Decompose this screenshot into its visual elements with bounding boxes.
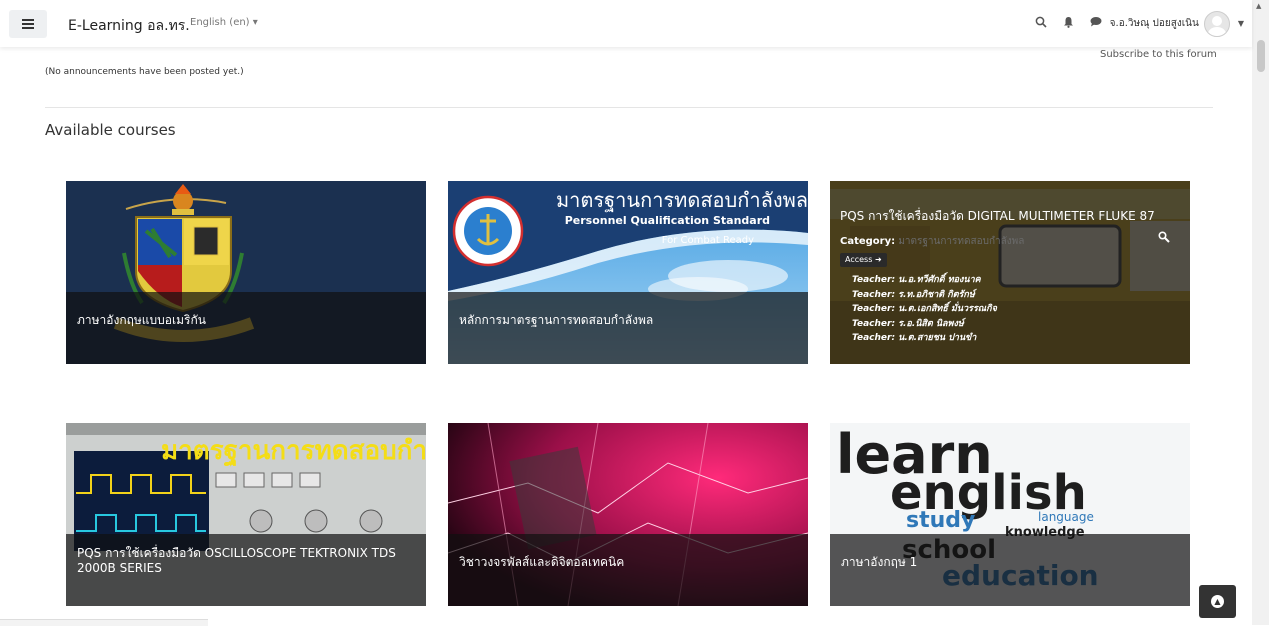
pqs-banner-tagline: For Combat Ready (662, 235, 754, 246)
subscribe-forum-link[interactable]: Subscribe to this forum (1100, 49, 1217, 60)
scrollbar-thumb[interactable] (1257, 40, 1265, 72)
search-icon[interactable] (1035, 16, 1047, 32)
oscilloscope-banner-thai: มาตรฐานการทดสอบกำลัง (161, 436, 426, 468)
caret-down-icon[interactable]: ▼ (1238, 19, 1244, 28)
site-name-link[interactable]: E-Learning อล.ทร. (68, 15, 190, 37)
teacher-item[interactable]: Teacher: ร.ท.อภิชาติ กิตรักษ์ (852, 288, 997, 303)
course-category: Category: มาตรฐานการทดสอบกำลังพล (840, 234, 1024, 249)
course-title-overlay (66, 292, 426, 364)
menu-toggle-button[interactable] (9, 10, 47, 38)
teacher-item[interactable]: Teacher: ร.อ.นิสิต นิลพงษ์ (852, 317, 997, 332)
access-label: Access (845, 255, 873, 264)
teacher-item[interactable]: Teacher: น.อ.ทวีศักดิ์ ทองนาค (852, 273, 997, 288)
scroll-up-arrow-icon[interactable]: ▲ (1256, 2, 1261, 10)
section-divider (45, 107, 1213, 108)
access-button[interactable]: Access ➜ (840, 253, 887, 267)
course-card-american-english[interactable]: ภาษาอังกฤษแบบอเมริกัน (66, 181, 426, 364)
course-title-overlay (830, 534, 1190, 606)
available-courses-heading: Available courses (45, 121, 176, 139)
arrow-up-circle-icon: ▲ (1211, 595, 1224, 608)
menu-icon (22, 19, 34, 29)
course-title[interactable]: ภาษาอังกฤษแบบอเมริกัน (77, 313, 412, 328)
course-title-overlay (448, 292, 808, 364)
course-card-pulse-digital[interactable]: วิชาวงจรพัลส์และดิจิตอลเทคนิค (448, 423, 808, 606)
course-title[interactable]: PQS การใช้เครื่องมือวัด DIGITAL MULTIMET… (840, 207, 1155, 226)
course-title-overlay (448, 534, 808, 606)
user-nav: จ.อ.วิษณุ ปอยสูงเนิน ▼ (1035, 0, 1252, 47)
arrow-circle-right-icon: ➜ (874, 255, 882, 264)
pqs-banner-thai-title: มาตรฐานการทดสอบกำลังพล (556, 188, 808, 212)
course-title[interactable]: วิชาวงจรพัลส์และดิจิตอลเทคนิค (459, 555, 794, 570)
course-title[interactable]: PQS การใช้เครื่องมือวัด OSCILLOSCOPE TEK… (77, 546, 412, 576)
course-title[interactable]: ภาษาอังกฤษ 1 (841, 555, 1176, 570)
language-menu[interactable]: English (en) ▾ (190, 17, 258, 28)
course-summary-overlay: PQS การใช้เครื่องมือวัด DIGITAL MULTIMET… (830, 181, 1190, 364)
word-language: language (1038, 510, 1094, 524)
top-navbar: E-Learning อล.ทร. English (en) ▾ จ.อ.วิษ… (0, 0, 1252, 47)
username-label[interactable]: จ.อ.วิษณุ ปอยสูงเนิน (1110, 16, 1199, 31)
back-to-top-button[interactable]: ▲ (1199, 585, 1236, 618)
user-avatar[interactable] (1203, 10, 1230, 37)
page-scrollbar[interactable]: ▲ (1252, 0, 1269, 625)
message-icon[interactable] (1090, 16, 1102, 31)
course-card-pqs-principles[interactable]: มาตรฐานการทดสอบกำลังพล Personnel Qualifi… (448, 181, 808, 364)
teacher-item[interactable]: Teacher: น.ต.เอกสิทธิ์ มั่นวรรณกิจ (852, 302, 997, 317)
category-value[interactable]: มาตรฐานการทดสอบกำลังพล (898, 236, 1024, 247)
no-announcements-text: (No announcements have been posted yet.) (45, 67, 244, 77)
word-study: study (906, 508, 975, 533)
bell-icon[interactable] (1063, 16, 1074, 32)
course-card-fluke-87[interactable]: PQS การใช้เครื่องมือวัด DIGITAL MULTIMET… (830, 181, 1190, 364)
course-card-english-1[interactable]: learn english study language knowledge s… (830, 423, 1190, 606)
teacher-list: Teacher: น.อ.ทวีศักดิ์ ทองนาค Teacher: ร… (852, 273, 997, 346)
course-card-oscilloscope[interactable]: มาตรฐานการทดสอบกำลัง PQS การใช้เครื่องมื… (66, 423, 426, 606)
pqs-banner-english-title: Personnel Qualification Standard (565, 214, 770, 227)
teacher-item[interactable]: Teacher: น.ต.สายชน ปานขำ (852, 331, 997, 346)
course-title[interactable]: หลักการมาตรฐานการทดสอบกำลังพล (459, 313, 794, 328)
category-label: Category: (840, 236, 896, 247)
search-icon[interactable] (1158, 231, 1170, 247)
